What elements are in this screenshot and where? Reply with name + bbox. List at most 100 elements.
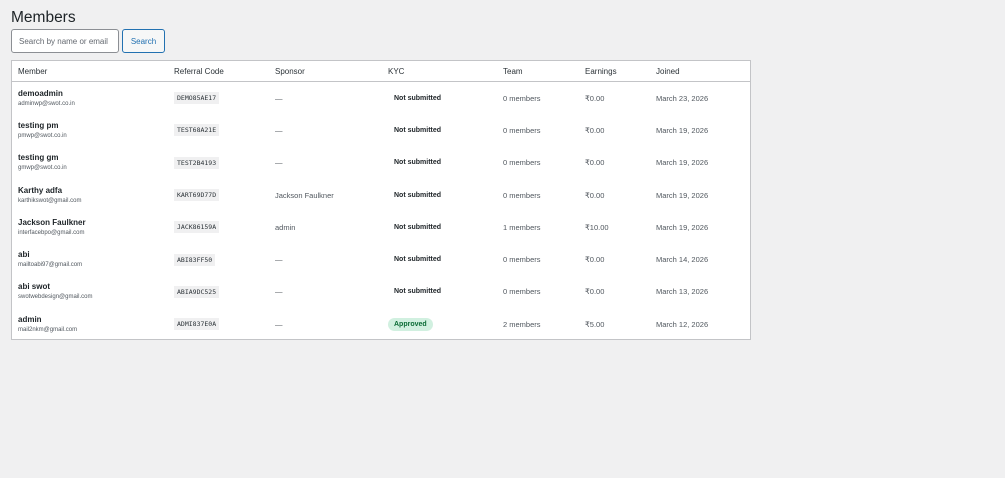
member-name: admin xyxy=(18,314,42,324)
kyc-status-badge: Not submitted xyxy=(394,223,442,231)
kyc-cell: Not submitted xyxy=(388,147,503,179)
member-email: pmwp@swot.co.in xyxy=(18,132,67,139)
sponsor: — xyxy=(275,93,283,103)
table-row: Karthy adfa karthikswot@gmail.com KART69D7… xyxy=(12,179,750,211)
member-name: Karthy adfa xyxy=(18,185,63,195)
member-email: gmwp@swot.co.in xyxy=(18,165,67,172)
column-header-sponsor: Sponsor xyxy=(275,61,388,82)
earnings: ₹0.00 xyxy=(585,190,605,200)
member-cell: Karthy adfa karthikswot@gmail.com xyxy=(12,179,174,211)
referral-code-cell: ABI83FF50 xyxy=(174,243,275,275)
team-count: 0 members xyxy=(503,190,541,200)
member-email: mail2nkm@gmail.com xyxy=(18,326,78,333)
referral-code-cell: DEMO85AE17 xyxy=(174,82,275,115)
member-name: demoadmin xyxy=(18,88,63,98)
member-email: interfacebpo@gmail.com xyxy=(18,229,85,236)
joined-date: March 14, 2026 xyxy=(656,255,709,265)
member-name: abi swot xyxy=(18,282,51,292)
referral-code-cell: TEST68A21E xyxy=(174,114,275,146)
earnings: ₹0.00 xyxy=(585,125,605,135)
sponsor: — xyxy=(275,319,283,329)
earnings: ₹0.00 xyxy=(585,287,605,297)
search-bar: Search xyxy=(11,29,165,53)
team-count: 2 members xyxy=(503,319,541,329)
table-row: testing gm gmwp@swot.co.in TEST2B4193 — Not … xyxy=(12,147,750,179)
kyc-cell: Not submitted xyxy=(388,243,503,275)
kyc-status-badge: Approved xyxy=(388,317,433,331)
column-header-joined: Joined xyxy=(656,61,750,82)
team-count: 0 members xyxy=(503,255,541,265)
referral-code-cell: ABIA9DC525 xyxy=(174,276,275,308)
sponsor: admin xyxy=(275,222,296,232)
team-count: 0 members xyxy=(503,125,541,135)
member-email: adminwp@swot.co.in xyxy=(18,100,75,107)
sponsor: — xyxy=(275,125,283,135)
kyc-status-badge: Not submitted xyxy=(394,191,442,199)
team-count: 0 members xyxy=(503,287,541,297)
kyc-status-badge: Not submitted xyxy=(394,256,442,264)
member-cell: Jackson Faulkner interfacebpo@gmail.com xyxy=(12,211,174,243)
joined-date: March 13, 2026 xyxy=(656,287,709,297)
member-cell: abi mailtoabi97@gmail.com xyxy=(12,243,174,275)
column-header-referral-code: Referral Code xyxy=(174,61,275,82)
kyc-cell: Not submitted xyxy=(388,179,503,211)
page-title: Members xyxy=(11,9,76,26)
joined-date: March 23, 2026 xyxy=(656,93,709,103)
member-email: karthikswot@gmail.com xyxy=(18,197,82,204)
table-row: abi mailtoabi97@gmail.com ABI83FF50 — Not su… xyxy=(12,243,750,275)
member-name: testing pm xyxy=(18,120,59,130)
column-header-member: Member xyxy=(12,61,174,82)
column-header-team: Team xyxy=(503,61,585,82)
referral-code: KART69D77D xyxy=(174,189,220,202)
joined-date: March 19, 2026 xyxy=(656,190,709,200)
joined-date: March 12, 2026 xyxy=(656,319,709,329)
sponsor: — xyxy=(275,287,283,297)
kyc-status-badge: Not submitted xyxy=(394,126,442,134)
kyc-cell: Not submitted xyxy=(388,82,503,115)
joined-date: March 19, 2026 xyxy=(656,222,709,232)
member-name: Jackson Faulkner xyxy=(18,217,86,227)
member-cell: testing gm gmwp@swot.co.in xyxy=(12,147,174,179)
referral-code: TEST2B4193 xyxy=(174,156,220,169)
table-header-row: Member Referral Code Sponsor KYC Team Ea… xyxy=(12,61,750,82)
referral-code: ABIA9DC525 xyxy=(174,285,220,298)
kyc-status-badge: Not submitted xyxy=(394,159,442,167)
member-cell: admin mail2nkm@gmail.com xyxy=(12,308,174,340)
kyc-cell: Not submitted xyxy=(388,211,503,243)
member-email: swotwebdesign@gmail.com xyxy=(18,294,93,301)
kyc-cell: Not submitted xyxy=(388,114,503,146)
table-row: testing pm pmwp@swot.co.in TEST68A21E — Not … xyxy=(12,114,750,146)
earnings: ₹5.00 xyxy=(585,319,605,329)
table-row: Jackson Faulkner interfacebpo@gmail.com JA… xyxy=(12,211,750,243)
members-table: Member Referral Code Sponsor KYC Team Ea… xyxy=(11,60,751,340)
referral-code-cell: JACK86159A xyxy=(174,211,275,243)
member-cell: testing pm pmwp@swot.co.in xyxy=(12,114,174,146)
referral-code: TEST68A21E xyxy=(174,124,220,137)
kyc-status-badge: Not submitted xyxy=(394,94,442,102)
search-input[interactable] xyxy=(11,29,119,53)
column-header-earnings: Earnings xyxy=(585,61,656,82)
search-button[interactable]: Search xyxy=(122,29,165,53)
referral-code: ADMI837E0A xyxy=(174,318,220,331)
member-email: mailtoabi97@gmail.com xyxy=(18,262,83,269)
sponsor: Jackson Faulkner xyxy=(275,190,334,200)
referral-code: ABI83FF50 xyxy=(174,253,216,266)
table-row: abi swot swotwebdesign@gmail.com ABIA9DC52… xyxy=(12,276,750,308)
referral-code-cell: KART69D77D xyxy=(174,179,275,211)
earnings: ₹10.00 xyxy=(585,222,609,232)
joined-date: March 19, 2026 xyxy=(656,158,709,168)
kyc-status-badge: Not submitted xyxy=(394,288,442,296)
kyc-cell: Approved xyxy=(388,308,503,340)
referral-code-cell: ADMI837E0A xyxy=(174,308,275,340)
kyc-cell: Not submitted xyxy=(388,276,503,308)
team-count: 0 members xyxy=(503,158,541,168)
earnings: ₹0.00 xyxy=(585,93,605,103)
member-cell: demoadmin adminwp@swot.co.in xyxy=(12,82,174,115)
table-row: demoadmin adminwp@swot.co.in DEMO85AE17 — No… xyxy=(12,82,750,115)
referral-code-cell: TEST2B4193 xyxy=(174,147,275,179)
team-count: 1 members xyxy=(503,222,541,232)
earnings: ₹0.00 xyxy=(585,255,605,265)
column-header-kyc: KYC xyxy=(388,61,503,82)
referral-code: DEMO85AE17 xyxy=(174,92,220,105)
sponsor: — xyxy=(275,158,283,168)
